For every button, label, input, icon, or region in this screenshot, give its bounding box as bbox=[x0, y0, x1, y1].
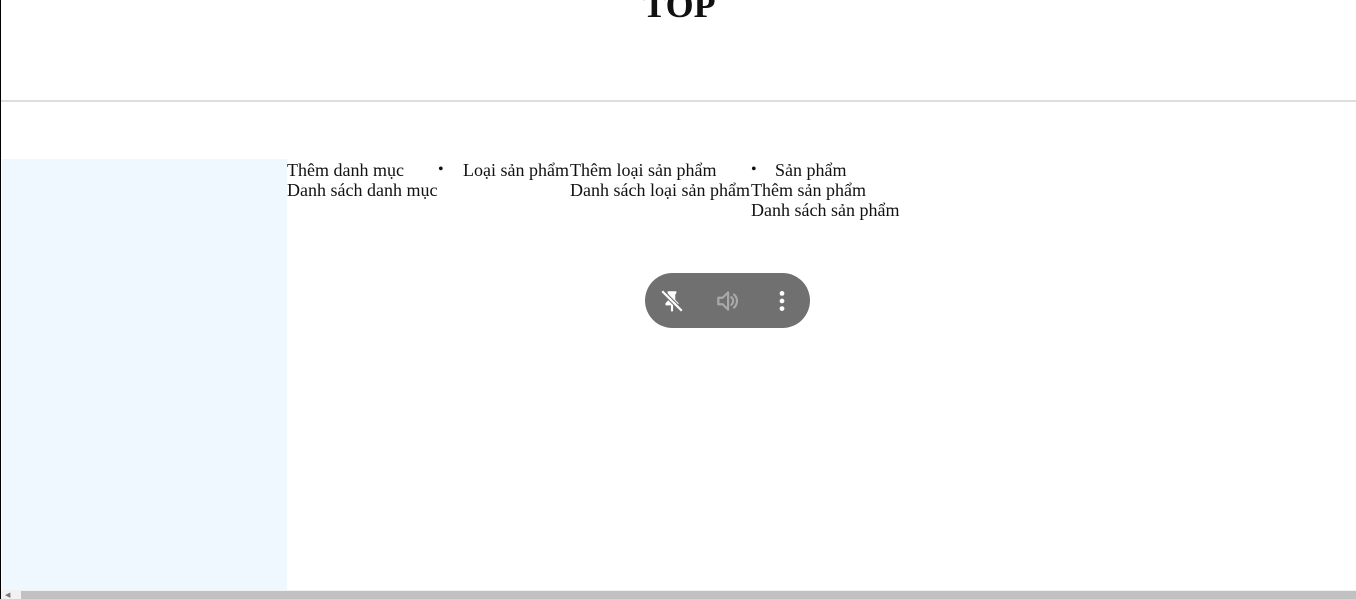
speaker-button[interactable] bbox=[712, 286, 742, 316]
more-options-button[interactable] bbox=[767, 286, 797, 316]
add-category-link[interactable]: Thêm danh mục bbox=[287, 160, 437, 180]
unpin-icon bbox=[660, 289, 684, 313]
header: TOP bbox=[1, 0, 1356, 102]
page-title: TOP bbox=[642, 0, 716, 25]
page: TOP Thêm danh mục Danh sách danh mục • L… bbox=[0, 0, 1356, 599]
add-product-link[interactable]: Thêm sản phẩm bbox=[751, 180, 899, 200]
scrollbar-thumb[interactable] bbox=[21, 591, 1356, 599]
sidebar bbox=[2, 159, 287, 591]
product-type-link[interactable]: Loại sản phẩm bbox=[463, 160, 569, 180]
media-control-bar bbox=[645, 273, 810, 328]
menu-product-type-group: Thêm loại sản phẩm Danh sách loại sản ph… bbox=[570, 160, 750, 200]
menu-product-item: • Sản phẩm Thêm sản phẩm Danh sách sản p… bbox=[751, 160, 899, 220]
bullet-icon: • bbox=[438, 161, 444, 178]
add-product-type-link[interactable]: Thêm loại sản phẩm bbox=[570, 160, 750, 180]
more-vertical-icon bbox=[779, 291, 785, 311]
speaker-icon bbox=[717, 291, 739, 311]
menu-category-group: Thêm danh mục Danh sách danh mục bbox=[287, 160, 437, 200]
product-type-list-link[interactable]: Danh sách loại sản phẩm bbox=[570, 180, 750, 200]
unpin-button[interactable] bbox=[657, 286, 687, 316]
scroll-left-icon[interactable]: ◀ bbox=[5, 591, 10, 599]
horizontal-scrollbar[interactable]: ◀ bbox=[1, 590, 1356, 599]
category-list-link[interactable]: Danh sách danh mục bbox=[287, 180, 437, 200]
product-list-link[interactable]: Danh sách sản phẩm bbox=[751, 200, 899, 220]
product-link[interactable]: Sản phẩm bbox=[775, 160, 899, 180]
bullet-icon: • bbox=[751, 161, 757, 178]
menu-product-type-item: • Loại sản phẩm bbox=[438, 160, 569, 180]
